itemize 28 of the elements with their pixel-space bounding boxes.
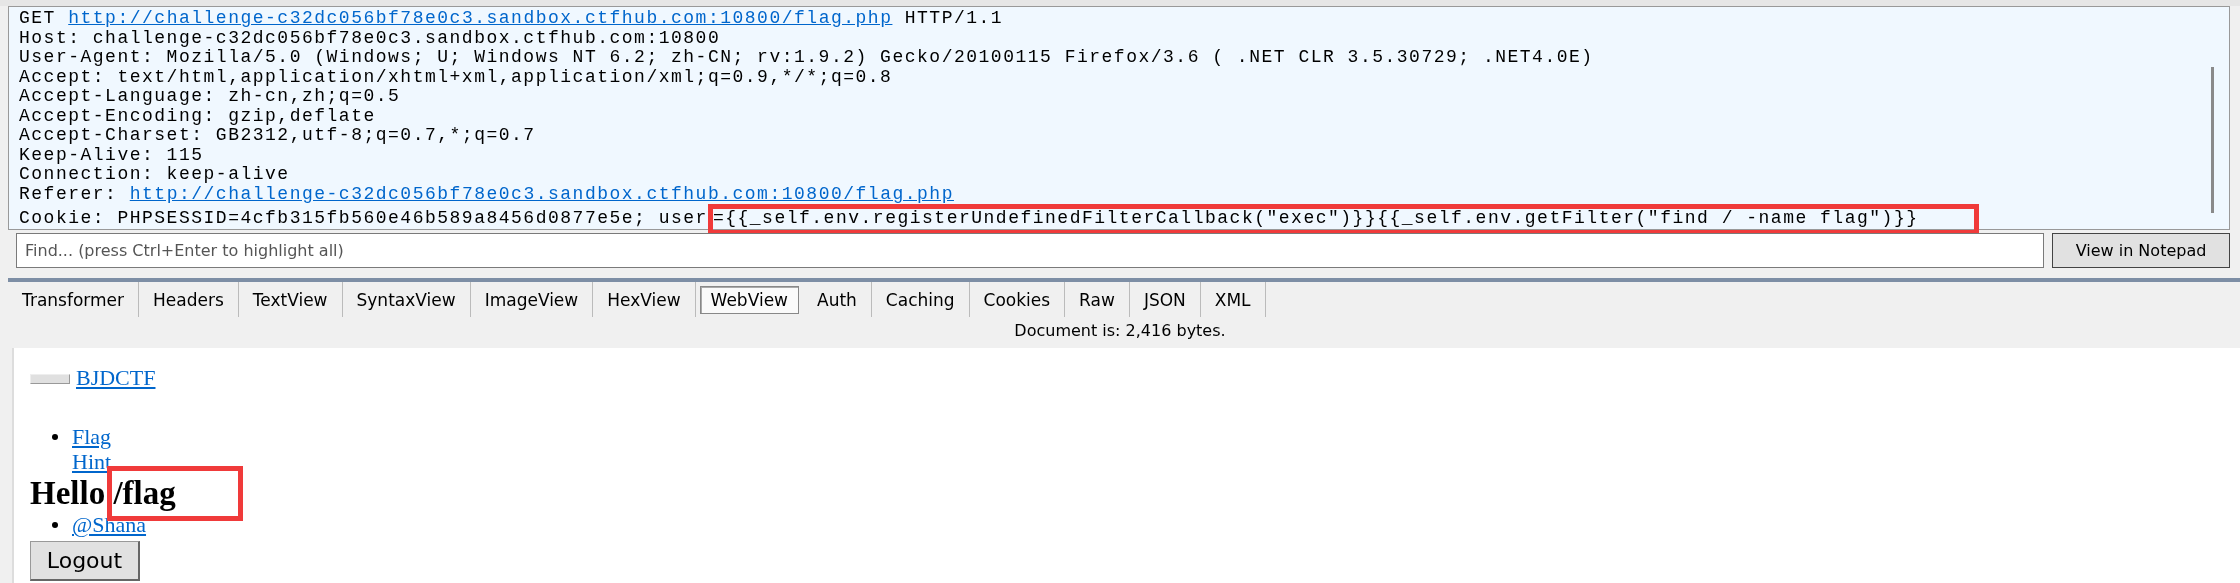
header-line: Accept-Charset: GB2312,utf-8;q=0.7,*;q=0.7 [19, 125, 536, 145]
logout-button[interactable]: Logout [30, 541, 140, 581]
header-line: User-Agent: Mozilla/5.0 (Windows; U; Windows NT 6.2; zh-CN; rv:1.9.2) Gecko/20100115 Firefox/3.6 ( .NET CLR 3.5.30729; .NET4.0E) [19, 47, 1594, 67]
inspector-tab[interactable]: WebView [699, 286, 799, 314]
scrollbar-thumb[interactable] [2210, 67, 2214, 213]
nav-link[interactable]: Hint [72, 449, 112, 474]
header-line: Keep-Alive: 115 [19, 144, 204, 165]
request-url[interactable]: http://challenge-c32dc056bf78e0c3.sandbox.ctfhub.com:10800/flag.php [68, 8, 893, 28]
bullet-icon [52, 433, 58, 440]
header-name: Referer: [19, 183, 118, 204]
header-line: Accept-Encoding: gzip,deflate [19, 105, 376, 126]
referer-url[interactable]: http://challenge-c32dc056bf78e0c3.sandbox.ctfhub.com:10800/flag.php [129, 183, 954, 204]
http-version: HTTP/1.1 [904, 8, 1004, 28]
nav-link[interactable]: Flag [72, 424, 112, 449]
navbar-toggle-button[interactable] [30, 374, 70, 384]
bullet-icon [52, 521, 58, 528]
find-field[interactable]: Find... (press Ctrl+Enter to highlight all) [16, 233, 2044, 268]
header-line: Accept: text/html,application/xhtml+xml,application/xml;q=0.9,*/*;q=0.8 [19, 66, 893, 87]
greeting-heading: Hello /flag [30, 474, 176, 512]
user-link[interactable]: @Shana [72, 512, 147, 537]
header-line: Connection: keep-alive [19, 164, 290, 184]
view-in-notepad-button[interactable]: View in Notepad [2052, 233, 2230, 268]
document-size-status: Document is: 2,416 bytes. [1013, 320, 1227, 342]
request-method: GET [19, 8, 56, 28]
header-line: Cookie: PHPSESSID=4cfb315fb560e46b589a8456d0877e5e; user [19, 207, 708, 229]
header-line: Accept-Language: zh-cn,zh;q=0.5 [19, 86, 401, 106]
header-line: Host: challenge-c32dc056bf78e0c3.sandbox.ctfhub.com:10800 [19, 27, 721, 48]
brand-link[interactable]: BJDCTF [76, 365, 156, 390]
